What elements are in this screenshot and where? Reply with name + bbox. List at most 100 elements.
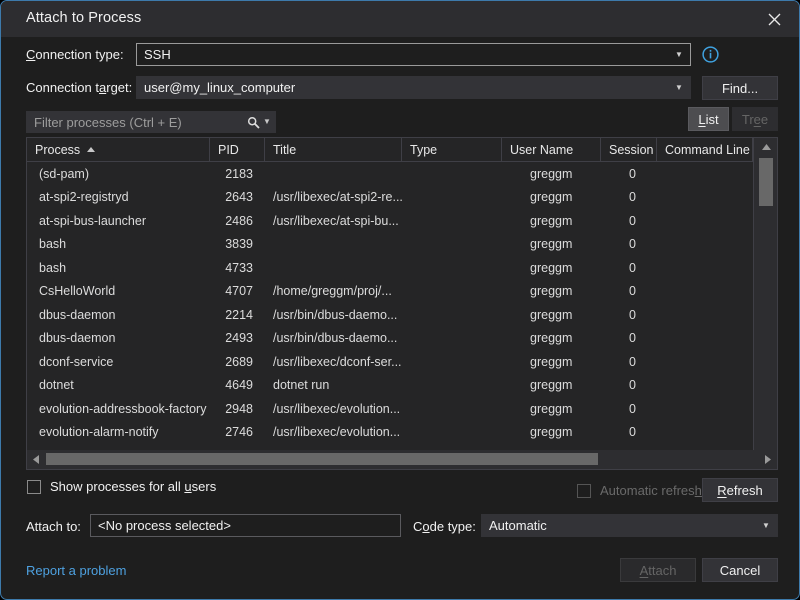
view-toggle-list[interactable]: List [688, 107, 729, 131]
table-row[interactable]: bash4733greggm0 [27, 256, 753, 280]
table-row[interactable]: (sd-pam)2183greggm0 [27, 162, 753, 186]
info-icon[interactable] [702, 46, 719, 68]
scroll-up-icon[interactable] [754, 138, 778, 156]
cell-title: /home/greggm/proj/... [265, 280, 402, 304]
table-row[interactable]: dconf-service2689/usr/libexec/dconf-ser.… [27, 350, 753, 374]
chevron-down-icon: ▼ [672, 84, 690, 92]
process-grid-body[interactable]: (sd-pam)2183greggm0at-spi2-registryd2643… [27, 162, 753, 444]
cell-cmdline [657, 256, 753, 280]
cell-session: 0 [601, 374, 657, 398]
cell-user: greggm [502, 233, 601, 257]
cell-title: dotnet run [265, 374, 402, 398]
cell-session: 0 [601, 162, 657, 186]
view-toggle-tree[interactable]: Tree [732, 107, 778, 131]
cell-user: greggm [502, 421, 601, 445]
automatic-refresh-checkbox[interactable]: Automatic refresh [577, 483, 702, 498]
page-title: Attach to Process [26, 10, 141, 26]
column-header-session[interactable]: Session [601, 138, 657, 161]
cell-cmdline [657, 280, 753, 304]
column-header-user[interactable]: User Name [502, 138, 601, 161]
table-row[interactable]: CsHelloWorld4707/home/greggm/proj/...gre… [27, 280, 753, 304]
table-row[interactable]: dbus-daemon2214/usr/bin/dbus-daemo...gre… [27, 303, 753, 327]
title-bar: Attach to Process [1, 1, 799, 37]
search-input[interactable]: Filter processes (Ctrl + E) ▼ [26, 111, 276, 133]
cell-session: 0 [601, 256, 657, 280]
column-header-label: Title [273, 143, 296, 157]
cell-process: dotnet [27, 374, 210, 398]
attach-to-field[interactable]: <No process selected> [90, 514, 401, 537]
cell-user: greggm [502, 350, 601, 374]
process-grid: Process PID Title TypeUser Name Session Comma… [26, 137, 778, 469]
scroll-left-icon[interactable] [27, 450, 45, 468]
code-type-label-pre: C [413, 519, 422, 534]
grid-horizontal-scrollbar[interactable] [26, 450, 778, 470]
column-header-type[interactable]: Type [402, 138, 502, 161]
code-type-value: Automatic [482, 518, 759, 533]
attach-to-process-dialog: Attach to Process Connection type: SSH ▼… [0, 0, 800, 600]
refresh-button[interactable]: Refresh [702, 478, 778, 502]
grid-vertical-scrollbar[interactable] [753, 138, 777, 468]
cell-type [402, 280, 502, 304]
column-header-process[interactable]: Process [27, 138, 210, 161]
cell-title [265, 233, 402, 257]
cell-type [402, 374, 502, 398]
grid-horizontal-scroll-thumb[interactable] [46, 453, 598, 465]
scroll-right-icon[interactable] [759, 450, 777, 468]
cell-pid: 2689 [210, 350, 265, 374]
show-all-users-checkbox[interactable]: Show processes for all users [27, 479, 216, 494]
cell-title: /usr/libexec/dconf-ser... [265, 350, 402, 374]
cell-type [402, 209, 502, 233]
table-row[interactable]: dbus-daemon2493/usr/bin/dbus-daemo...gre… [27, 327, 753, 351]
cell-type [402, 186, 502, 210]
cancel-button[interactable]: Cancel [702, 558, 778, 582]
attach-to-value: <No process selected> [98, 518, 231, 533]
connection-type-label: Connection type: [26, 47, 124, 62]
column-header-label: PID [218, 143, 239, 157]
cell-cmdline [657, 374, 753, 398]
connection-target-label-pre: Connection t [26, 80, 99, 95]
table-row[interactable]: dotnet4649dotnet rungreggm0 [27, 374, 753, 398]
cell-user: greggm [502, 280, 601, 304]
table-row[interactable]: bash3839greggm0 [27, 233, 753, 257]
find-button[interactable]: Find... [702, 76, 778, 100]
connection-target-value: user@my_linux_computer [137, 80, 672, 95]
cell-process: dconf-service [27, 350, 210, 374]
code-type-combo[interactable]: Automatic ▼ [481, 514, 778, 537]
column-header-pid[interactable]: PID [210, 138, 265, 161]
cell-pid: 2493 [210, 327, 265, 351]
table-row[interactable]: evolution-alarm-notify2746/usr/libexec/e… [27, 421, 753, 445]
connection-target-combo[interactable]: user@my_linux_computer ▼ [136, 76, 691, 99]
column-header-cmdline[interactable]: Command Line [657, 138, 753, 161]
cell-type [402, 421, 502, 445]
cell-user: greggm [502, 397, 601, 421]
attach-button[interactable]: Attach [620, 558, 696, 582]
grid-vertical-scroll-thumb[interactable] [759, 158, 773, 206]
cell-process: at-spi2-registryd [27, 186, 210, 210]
connection-type-combo[interactable]: SSH ▼ [136, 43, 691, 66]
cell-type [402, 350, 502, 374]
table-row[interactable]: at-spi2-registryd2643/usr/libexec/at-spi… [27, 186, 753, 210]
column-header-title[interactable]: Title [265, 138, 402, 161]
code-type-label: Code type: [413, 519, 476, 534]
cell-type [402, 162, 502, 186]
cell-user: greggm [502, 327, 601, 351]
table-row[interactable]: at-spi-bus-launcher2486/usr/libexec/at-s… [27, 209, 753, 233]
cell-cmdline [657, 397, 753, 421]
close-icon[interactable] [757, 5, 791, 33]
table-row[interactable]: evolution-addressbook-factory2948/usr/li… [27, 397, 753, 421]
cell-title: /usr/bin/dbus-daemo... [265, 303, 402, 327]
cell-session: 0 [601, 233, 657, 257]
cell-process: (sd-pam) [27, 162, 210, 186]
search-options-chevron-icon[interactable]: ▼ [263, 118, 275, 126]
cell-user: greggm [502, 256, 601, 280]
connection-type-value: SSH [137, 47, 672, 62]
cell-user: greggm [502, 374, 601, 398]
cell-title [265, 256, 402, 280]
cell-title: /usr/libexec/at-spi-bu... [265, 209, 402, 233]
report-problem-link[interactable]: Report a problem [26, 563, 126, 578]
cell-title: /usr/libexec/evolution... [265, 397, 402, 421]
cell-type [402, 303, 502, 327]
column-header-label: Session [609, 143, 653, 157]
cell-cmdline [657, 186, 753, 210]
cell-title [265, 162, 402, 186]
